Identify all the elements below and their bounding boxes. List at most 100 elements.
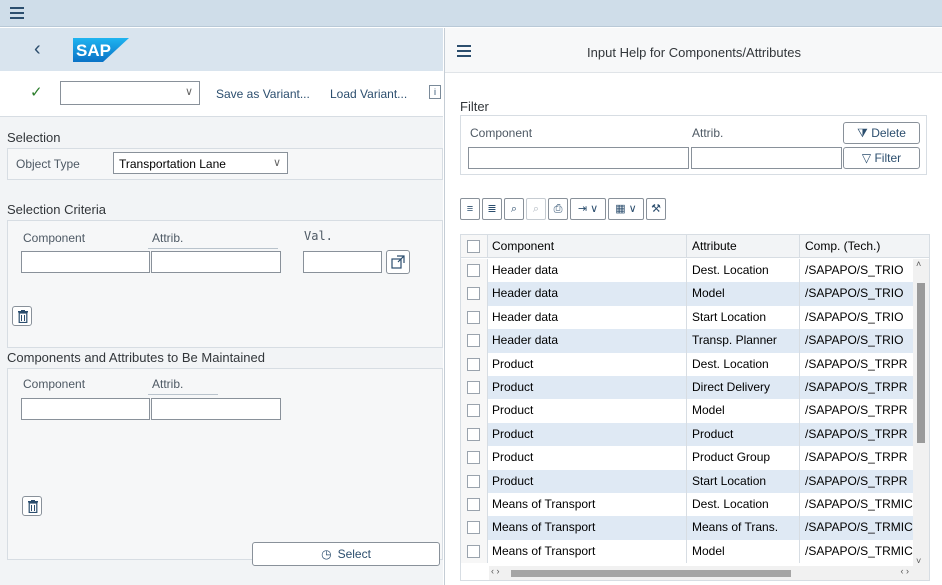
maintain-group: Component Attrib. xyxy=(7,368,443,560)
search-next-icon[interactable]: ⌕ xyxy=(526,198,546,220)
cell-attribute: Dest. Location xyxy=(688,352,800,376)
vertical-scrollbar[interactable]: ˄ ˅ xyxy=(913,259,929,566)
table-row[interactable]: Means of Transport Dest. Location/SAPAPO/… xyxy=(461,493,929,517)
open-dialog-icon xyxy=(391,255,405,269)
layout-icon[interactable]: ▦ ∨ xyxy=(608,198,644,220)
settings-wrench-icon[interactable]: ⚒ xyxy=(646,198,666,220)
cell-component: Product xyxy=(489,446,687,470)
trash-icon xyxy=(18,310,28,323)
column-header-comp-tech[interactable]: Comp. (Tech.) xyxy=(801,235,914,257)
filter-title: Filter xyxy=(460,99,489,114)
value-help-button[interactable] xyxy=(386,250,410,274)
criteria-component-label: Component xyxy=(23,231,86,245)
cell-component: Header data xyxy=(489,329,687,353)
shell-bar: ‹ SAP xyxy=(0,28,443,71)
row-checkbox[interactable] xyxy=(461,493,488,517)
cell-component: Means of Transport xyxy=(489,539,687,564)
row-checkbox[interactable] xyxy=(461,469,488,493)
row-checkbox[interactable] xyxy=(461,422,488,447)
export-icon[interactable]: ⇥ ∨ xyxy=(570,198,606,220)
object-type-select[interactable]: Transportation Lane ∨ xyxy=(113,152,288,174)
table-row[interactable]: Product Start Location/SAPAPO/S_TRPR xyxy=(461,469,929,493)
row-checkbox[interactable] xyxy=(461,352,488,376)
criteria-component-input[interactable] xyxy=(21,251,150,273)
apply-filter-button[interactable]: ▽ Filter xyxy=(843,147,920,169)
maintain-title: Components and Attributes to Be Maintain… xyxy=(7,350,265,365)
load-variant-button[interactable]: Load Variant... xyxy=(330,87,407,101)
row-checkbox[interactable] xyxy=(461,376,488,400)
delete-filter-button[interactable]: ⧩ Delete xyxy=(843,122,920,144)
cell-comp-tech: /SAPAPO/S_TRIO xyxy=(805,309,904,324)
execute-check-icon[interactable]: ✓ xyxy=(30,83,43,101)
row-checkbox[interactable] xyxy=(461,539,488,564)
select-all-checkbox[interactable] xyxy=(461,235,488,258)
scroll-left-icon[interactable]: ‹ › xyxy=(491,566,500,576)
cell-component: Means of Transport xyxy=(489,516,687,540)
cell-comp-tech: /SAPAPO/S_TRPR xyxy=(805,403,908,418)
selection-criteria-group: Component Attrib. Val. xyxy=(7,220,443,348)
row-checkbox[interactable] xyxy=(461,399,488,423)
save-as-variant-button[interactable]: Save as Variant... xyxy=(216,87,310,101)
cell-component: Product xyxy=(489,469,687,493)
maintain-attrib-input[interactable] xyxy=(151,398,281,420)
row-checkbox[interactable] xyxy=(461,259,488,283)
back-icon[interactable]: ‹ xyxy=(34,38,41,61)
cell-component: Product xyxy=(489,399,687,423)
variant-select[interactable]: ∨ xyxy=(60,81,200,105)
table-row[interactable]: Means of Transport Model/SAPAPO/S_TRMIC xyxy=(461,539,929,564)
header-underline xyxy=(148,248,278,249)
criteria-attrib-label: Attrib. xyxy=(152,231,184,245)
cell-attribute: Product Group xyxy=(688,446,800,470)
select-label: Select xyxy=(337,547,371,561)
horizontal-scrollbar[interactable]: ‹ › ‹ › xyxy=(489,566,929,580)
delete-maintain-button[interactable] xyxy=(22,496,42,516)
scroll-right-icon[interactable]: ‹ › xyxy=(901,566,910,576)
selection-screen: ‹ SAP ✓ ∨ Save as Variant... Load Varian… xyxy=(0,28,443,585)
row-checkbox[interactable] xyxy=(461,305,488,330)
vertical-scroll-thumb[interactable] xyxy=(917,283,925,443)
dialog-title: Input Help for Components/Attributes xyxy=(587,45,801,60)
table-row[interactable]: Header data Model/SAPAPO/S_TRIO xyxy=(461,282,929,306)
row-checkbox[interactable] xyxy=(461,516,488,540)
table-row[interactable]: Product Product Group/SAPAPO/S_TRPR xyxy=(461,446,929,470)
filter-component-input[interactable] xyxy=(468,147,689,169)
print-icon[interactable]: ⎙ xyxy=(548,198,568,220)
maintain-component-input[interactable] xyxy=(21,398,150,420)
table-row[interactable]: Means of Transport Means of Trans. /SAPAPO… xyxy=(461,516,929,540)
cell-component: Means of Transport xyxy=(489,493,687,517)
table-row[interactable]: Product Product/SAPAPO/S_TRPR xyxy=(461,422,929,447)
sort-descending-icon[interactable]: ≣ xyxy=(482,198,502,220)
cell-component: Product xyxy=(489,376,687,400)
row-checkbox[interactable] xyxy=(461,329,488,353)
table-row[interactable]: Header data Start Location/SAPAPO/S_TRIO xyxy=(461,305,929,330)
horizontal-scroll-thumb[interactable] xyxy=(511,570,791,577)
table-row[interactable]: Header data Transp. Planner/SAPAPO/S_TRIO xyxy=(461,329,929,353)
menu-icon[interactable] xyxy=(10,7,24,19)
input-help-dialog: Input Help for Components/Attributes Fil… xyxy=(444,28,942,585)
search-icon[interactable]: ⌕ xyxy=(504,198,524,220)
sort-ascending-icon[interactable]: ≡ xyxy=(460,198,480,220)
cell-attribute: Start Location xyxy=(688,305,800,330)
column-header-attribute[interactable]: Attribute xyxy=(688,235,800,258)
info-icon[interactable]: i xyxy=(429,85,441,99)
cell-attribute: Dest. Location xyxy=(688,259,800,283)
criteria-attrib-input[interactable] xyxy=(151,251,281,273)
row-checkbox[interactable] xyxy=(461,282,488,306)
scroll-up-icon[interactable]: ˄ xyxy=(916,259,921,269)
table-row[interactable]: Product Model/SAPAPO/S_TRPR xyxy=(461,399,929,423)
delete-criteria-button[interactable] xyxy=(12,306,32,326)
maintain-attrib-label: Attrib. xyxy=(152,377,184,391)
table-row[interactable]: Product Dest. Location/SAPAPO/S_TRPR xyxy=(461,352,929,376)
filter-attrib-input[interactable] xyxy=(691,147,842,169)
selection-criteria-title: Selection Criteria xyxy=(7,202,106,217)
table-row[interactable]: Product Direct Delivery/SAPAPO/S_TRPR xyxy=(461,376,929,400)
cell-comp-tech: /SAPAPO/S_TRIO xyxy=(805,333,904,348)
column-header-component[interactable]: Component xyxy=(489,235,687,258)
scroll-down-icon[interactable]: ˅ xyxy=(916,556,921,566)
select-button[interactable]: ◷ Select xyxy=(252,542,440,566)
cell-comp-tech: /SAPAPO/S_TRPR xyxy=(805,380,908,394)
criteria-value-input[interactable] xyxy=(303,251,382,273)
row-checkbox[interactable] xyxy=(461,446,488,470)
object-type-value: Transportation Lane xyxy=(119,157,226,171)
table-row[interactable]: Header data Dest. Location/SAPAPO/S_TRIO xyxy=(461,259,929,283)
